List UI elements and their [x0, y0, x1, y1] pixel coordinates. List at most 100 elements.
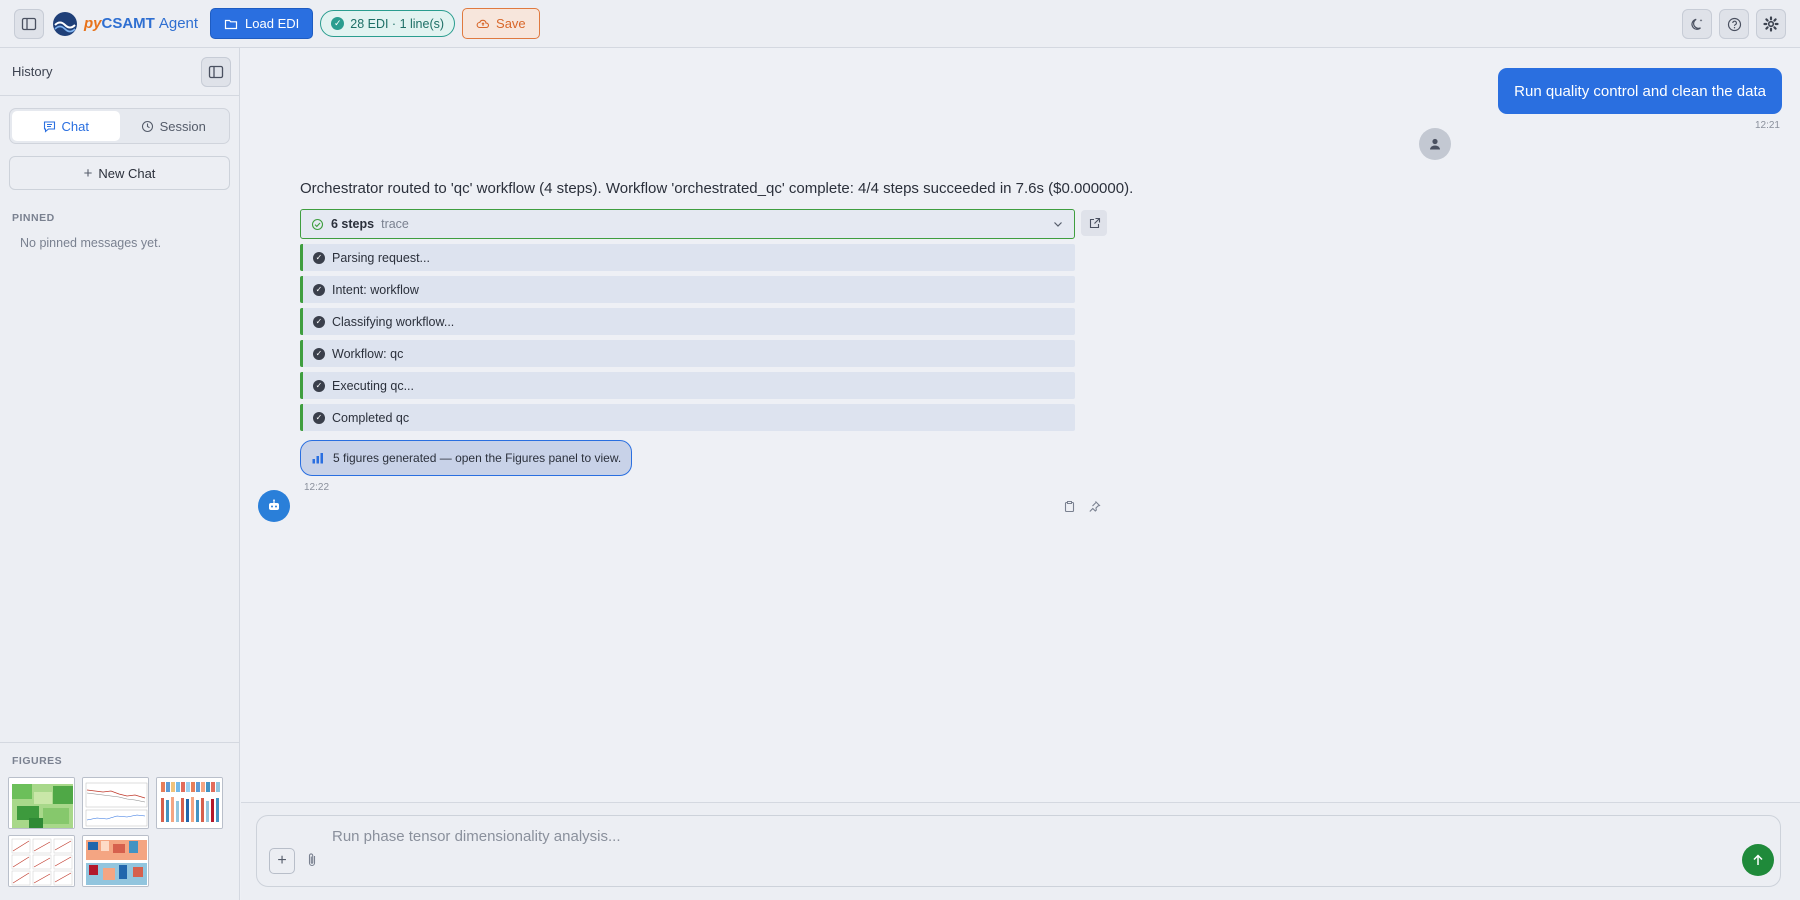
sidebar-tabs: Chat Session — [9, 108, 230, 144]
brand: py CSAMT Agent — [52, 11, 198, 37]
figure-thumbnail[interactable] — [82, 777, 149, 829]
check-icon: ✓ — [313, 347, 325, 360]
open-trace-button[interactable] — [1081, 210, 1107, 236]
sidebar-icon — [208, 65, 224, 78]
help-button[interactable] — [1719, 9, 1749, 39]
top-bar: py CSAMT Agent Load EDI ✓ 28 EDI · 1 lin… — [0, 0, 1800, 48]
trace-step-count: 6 steps — [331, 217, 375, 231]
person-icon — [1430, 138, 1440, 150]
new-chat-label: New Chat — [98, 165, 156, 181]
trace-step: ✓ Executing qc... — [300, 372, 1075, 399]
toggle-sidebar-button[interactable] — [14, 8, 44, 39]
pin-icon[interactable] — [1088, 500, 1101, 513]
edi-status-label: 28 EDI · 1 line(s) — [350, 16, 445, 31]
save-label: Save — [496, 16, 526, 31]
trace-step-label: Intent: workflow — [332, 282, 419, 297]
load-edi-label: Load EDI — [245, 16, 300, 31]
external-link-icon — [1089, 217, 1100, 228]
copy-icon[interactable] — [1063, 500, 1076, 513]
sidebar-icon — [21, 17, 37, 30]
arrow-up-icon — [1753, 854, 1763, 865]
moon-icon — [1690, 18, 1702, 30]
trace-step: ✓ Classifying workflow... — [300, 308, 1075, 335]
trace-step: ✓ Intent: workflow — [300, 276, 1075, 303]
tab-session-label: Session — [159, 118, 206, 134]
folder-icon — [224, 19, 238, 29]
check-icon: ✓ — [313, 251, 325, 264]
assistant-avatar — [258, 490, 290, 522]
help-icon — [1727, 17, 1741, 31]
tab-session[interactable]: Session — [120, 111, 228, 141]
figure-thumbnail[interactable] — [8, 777, 75, 829]
brand-suffix: Agent — [158, 15, 199, 32]
theme-toggle-button[interactable] — [1682, 9, 1712, 39]
settings-button[interactable] — [1756, 9, 1786, 39]
trace-step-label: Classifying workflow... — [332, 314, 455, 329]
clock-icon — [141, 120, 153, 132]
plus-icon: + — [83, 164, 93, 182]
bar-thumbnail-image — [157, 778, 222, 828]
figures-generated-text: 5 figures generated — open the Figures p… — [333, 451, 622, 465]
check-circle-icon: ✓ — [331, 17, 345, 30]
paperclip-icon[interactable] — [305, 852, 319, 868]
collapse-sidebar-button[interactable] — [201, 56, 231, 87]
gear-icon — [1763, 16, 1779, 32]
bar-chart-icon — [312, 453, 323, 464]
pinned-empty-note: No pinned messages yet. — [20, 236, 162, 250]
logo-icon — [53, 11, 77, 36]
figures-heading: FIGURES — [12, 755, 63, 767]
trace-step: ✓ Completed qc — [300, 404, 1075, 431]
check-icon: ✓ — [313, 411, 325, 424]
trace-step-label: Executing qc... — [332, 378, 414, 393]
chat-icon — [43, 120, 55, 133]
pinned-heading: PINNED — [12, 212, 55, 224]
trace-step-label: Workflow: qc — [332, 346, 404, 361]
figure-thumbnail[interactable] — [156, 777, 223, 829]
history-sidebar: History Chat Session + New Chat PINNED N… — [0, 48, 240, 900]
trace-steps: ✓ Parsing request... ✓ Intent: workflow … — [300, 244, 1075, 436]
sidebar-title: History — [12, 64, 53, 79]
check-circle-icon — [311, 218, 324, 230]
top-right-actions — [1682, 9, 1786, 39]
load-edi-button[interactable]: Load EDI — [210, 8, 314, 39]
figures-grid — [8, 777, 240, 887]
pseudosection-thumbnail-image — [83, 836, 148, 886]
message-input-placeholder: Run phase tensor dimensionality analysis… — [332, 828, 621, 845]
tab-chat-label: Chat — [61, 118, 89, 134]
figure-thumbnail[interactable] — [82, 835, 149, 887]
edi-status-badge[interactable]: ✓ 28 EDI · 1 line(s) — [320, 10, 456, 37]
check-icon: ✓ — [313, 379, 325, 392]
trace-step-label: Parsing request... — [332, 250, 430, 265]
add-button[interactable]: + — [269, 848, 295, 874]
trace-step-label: Completed qc — [332, 410, 410, 425]
brand-name: CSAMT — [101, 15, 155, 32]
message-input[interactable]: Run phase tensor dimensionality analysis… — [256, 815, 1781, 887]
trace-step: ✓ Workflow: qc — [300, 340, 1075, 367]
save-button[interactable]: Save — [462, 8, 540, 39]
send-button[interactable] — [1742, 844, 1774, 876]
assistant-message-time: 12:22 — [304, 482, 330, 493]
assistant-message-text: Orchestrator routed to 'qc' workflow (4 … — [300, 180, 1134, 197]
trace-label: trace — [381, 217, 409, 231]
user-message-time: 12:21 — [1754, 120, 1780, 131]
user-message-text: Run quality control and clean the data — [1514, 82, 1766, 100]
trace-step: ✓ Parsing request... — [300, 244, 1075, 271]
sidebar-header: History — [0, 48, 239, 96]
check-icon: ✓ — [313, 283, 325, 296]
composer-area: Run phase tensor dimensionality analysis… — [241, 802, 1800, 900]
message-actions — [1063, 500, 1101, 513]
figures-panel: FIGURES — [0, 742, 240, 887]
robot-icon — [269, 499, 279, 510]
figure-thumbnail[interactable] — [8, 835, 75, 887]
brand-prefix: py — [84, 15, 102, 32]
user-avatar — [1419, 128, 1451, 160]
check-icon: ✓ — [313, 315, 325, 328]
user-message-bubble: Run quality control and clean the data — [1498, 68, 1782, 114]
figures-generated-notice[interactable]: 5 figures generated — open the Figures p… — [300, 440, 633, 476]
new-chat-button[interactable]: + New Chat — [9, 156, 230, 190]
line-plot-thumbnail-image — [83, 778, 148, 828]
chat-main: Run quality control and clean the data 1… — [241, 48, 1800, 900]
trace-toggle[interactable]: 6 steps trace — [300, 209, 1075, 239]
chevron-down-icon — [1054, 222, 1062, 227]
tab-chat[interactable]: Chat — [12, 111, 120, 141]
